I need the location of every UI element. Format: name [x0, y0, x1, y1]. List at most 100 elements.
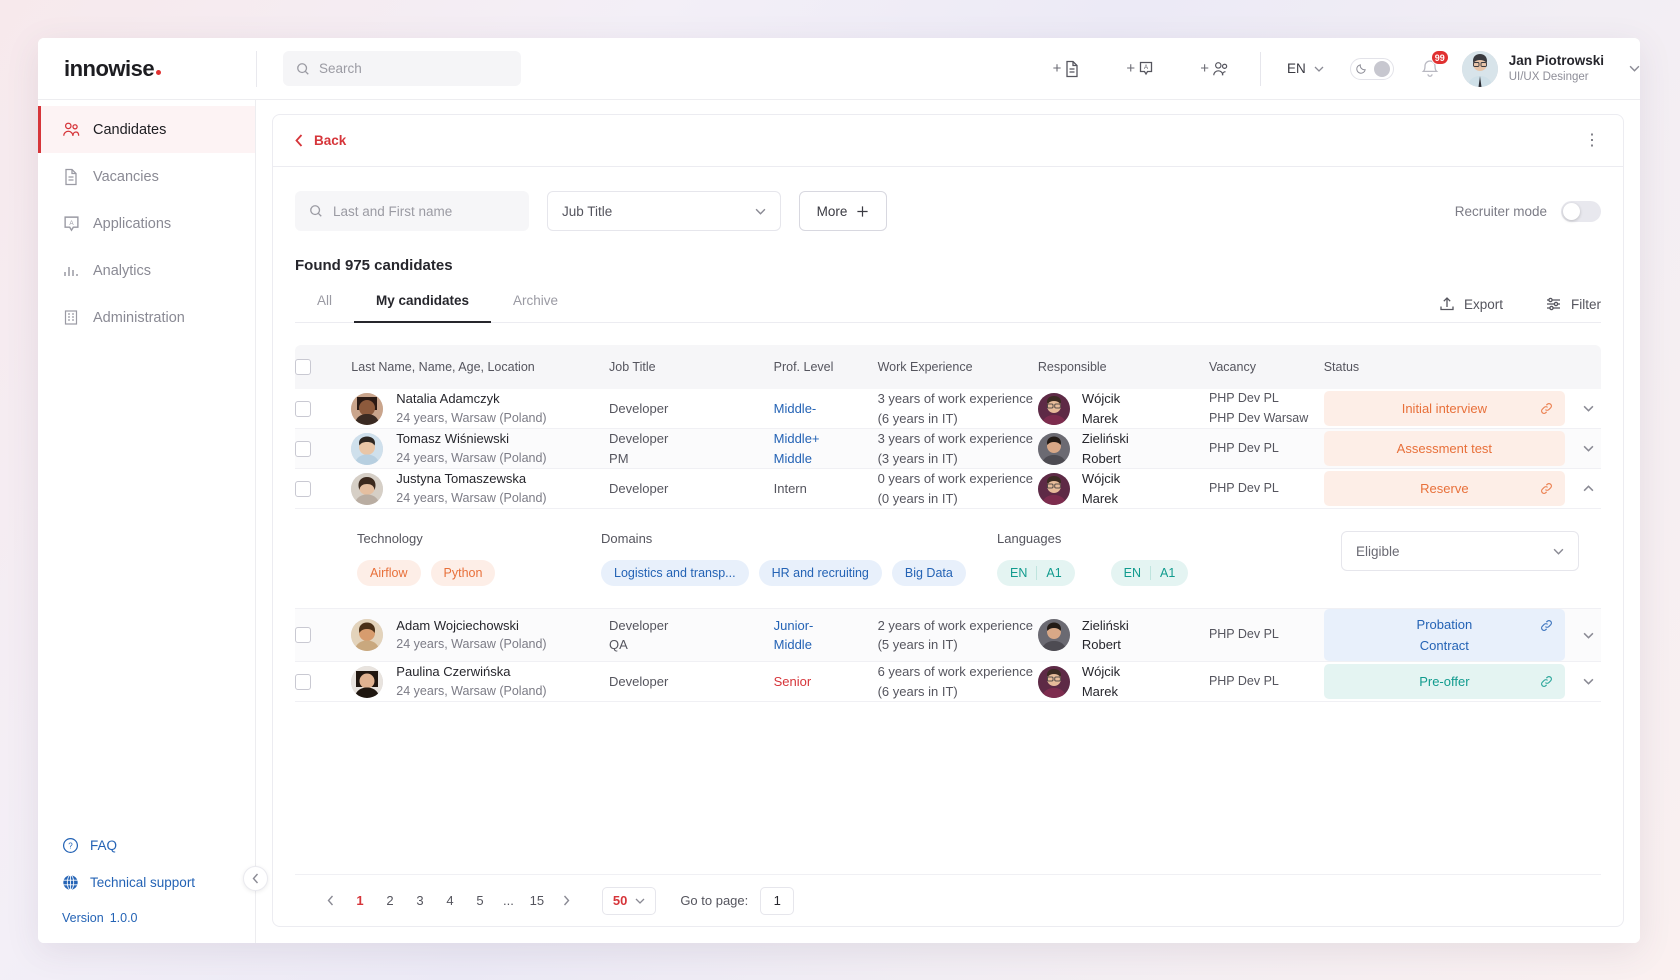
table-row[interactable]: Adam Wojciechowski 24 years, Warsaw (Pol… — [295, 608, 1601, 662]
candidate-info: Justyna Tomaszewska 24 years, Warsaw (Po… — [396, 469, 546, 507]
language-code: EN — [1010, 566, 1038, 580]
status-badge[interactable]: Reserve — [1323, 471, 1565, 506]
table-row[interactable]: Natalia Adamczyk 24 years, Warsaw (Polan… — [295, 389, 1601, 429]
row-checkbox[interactable] — [295, 440, 311, 457]
plus-icon: + — [1126, 60, 1136, 77]
back-button[interactable]: Back — [295, 133, 346, 148]
row-checkbox[interactable] — [295, 400, 311, 417]
row-expand-button[interactable] — [1575, 669, 1601, 695]
row-expand-button[interactable] — [1575, 622, 1601, 648]
pagination-page-4[interactable]: 4 — [437, 888, 463, 914]
pagination-page-5[interactable]: 5 — [467, 888, 493, 914]
per-page-select[interactable]: 50 — [601, 886, 657, 915]
sidebar-item-administration[interactable]: Administration — [38, 294, 255, 341]
global-search[interactable]: Search — [283, 51, 521, 86]
eligibility-select[interactable]: Eligible — [1341, 531, 1579, 571]
column-header-status[interactable]: Status — [1323, 345, 1601, 389]
status-badge[interactable]: Assessment test — [1323, 431, 1565, 466]
row-checkbox[interactable] — [295, 627, 311, 643]
domain-pill[interactable]: HR and recruiting — [758, 560, 882, 586]
status-badge[interactable]: Pre-offer — [1323, 664, 1565, 699]
filter-button[interactable]: Filter — [1545, 296, 1601, 312]
link-icon[interactable] — [1540, 675, 1553, 688]
prof-level[interactable]: Middle+ — [774, 429, 878, 449]
prof-level[interactable]: Senior — [774, 672, 878, 692]
more-vertical-icon[interactable]: ⋮ — [1584, 132, 1601, 149]
column-header-responsible[interactable]: Responsible — [1037, 345, 1209, 389]
row-collapse-button[interactable] — [1575, 476, 1601, 502]
column-header-vacancy[interactable]: Vacancy — [1208, 345, 1324, 389]
faq-link[interactable]: ? FAQ — [62, 837, 255, 854]
select-all-checkbox[interactable] — [295, 359, 311, 375]
theme-toggle[interactable] — [1349, 57, 1394, 80]
table-row[interactable]: Paulina Czerwińska 24 years, Warsaw (Pol… — [295, 662, 1601, 702]
row-expand-button[interactable] — [1575, 436, 1601, 462]
column-header-prof-level[interactable]: Prof. Level — [773, 345, 878, 389]
link-icon[interactable] — [1540, 402, 1553, 415]
sidebar-item-candidates[interactable]: Candidates — [38, 106, 255, 153]
status-cell: Initial interview — [1323, 389, 1601, 429]
user-role: UI/UX Desinger — [1508, 70, 1589, 83]
name-search-input[interactable]: Last and First name — [295, 191, 529, 231]
technical-support-link[interactable]: Technical support — [62, 874, 255, 891]
row-checkbox[interactable] — [295, 673, 311, 690]
prof-level[interactable]: Junior- — [774, 616, 878, 636]
experience-line: (6 years in IT) — [877, 683, 958, 699]
row-expand-button[interactable] — [1575, 396, 1601, 422]
column-header-work-experience[interactable]: Work Experience — [877, 345, 1038, 389]
domain-pill[interactable]: Logistics and transp... — [601, 560, 749, 586]
pagination-prev-button[interactable] — [317, 888, 343, 914]
pagination-page-1[interactable]: 1 — [347, 888, 373, 914]
tab-archive[interactable]: Archive — [491, 293, 580, 323]
goto-input[interactable]: 1 — [760, 886, 795, 915]
prof-level[interactable]: Middle- — [774, 399, 878, 419]
language-selector[interactable]: EN — [1287, 61, 1324, 76]
recruiter-mode-toggle[interactable] — [1561, 200, 1601, 222]
link-icon[interactable] — [1540, 482, 1553, 495]
notifications-button[interactable]: 99 — [1420, 50, 1449, 79]
column-header-name[interactable]: Last Name, Name, Age, Location — [351, 345, 610, 389]
sidebar-item-applications[interactable]: A Applications — [38, 200, 255, 247]
language-pill[interactable]: EN A1 — [997, 560, 1075, 586]
tab-my-candidates[interactable]: My candidates — [354, 293, 492, 323]
job-title: Developer — [609, 400, 669, 416]
pagination: 1 2 3 4 5 ... 15 50 Go to page: 1 — [295, 874, 1601, 926]
tab-all[interactable]: All — [295, 293, 354, 323]
add-document-button[interactable]: + — [1053, 60, 1081, 78]
chevron-down-icon — [1583, 445, 1593, 452]
sidebar-item-analytics[interactable]: Analytics — [38, 247, 255, 294]
job-title-select[interactable]: Jub Title — [547, 191, 781, 231]
chevron-down-icon — [635, 898, 645, 904]
user-menu[interactable]: Jan Piotrowski UI/UX Desinger — [1461, 50, 1640, 87]
row-checkbox[interactable] — [295, 480, 311, 497]
chevron-down-icon — [1583, 678, 1593, 685]
technology-pill[interactable]: Python — [430, 560, 496, 586]
technology-pill[interactable]: Airflow — [357, 560, 421, 586]
table-row[interactable]: Justyna Tomaszewska 24 years, Warsaw (Po… — [295, 469, 1601, 509]
export-button[interactable]: Export — [1439, 296, 1503, 312]
responsible-firstname: Marek — [1081, 410, 1118, 426]
language-pill[interactable]: EN A1 — [1110, 560, 1189, 586]
table-row[interactable]: Tomasz Wiśniewski 24 years, Warsaw (Pola… — [295, 428, 1601, 469]
domain-pill[interactable]: Big Data — [891, 560, 966, 586]
pagination-page-2[interactable]: 2 — [377, 888, 403, 914]
brand-logo: innowise — [64, 55, 155, 81]
sidebar-item-vacancies[interactable]: Vacancies — [38, 153, 255, 200]
pagination-page-last[interactable]: 15 — [524, 888, 550, 914]
prof-level[interactable]: Middle — [774, 635, 878, 655]
pagination-next-button[interactable] — [554, 888, 580, 914]
chevron-down-icon[interactable] — [1629, 65, 1640, 72]
add-candidate-button[interactable]: + — [1200, 60, 1230, 78]
add-application-button[interactable]: + A — [1126, 60, 1154, 78]
pagination-page-3[interactable]: 3 — [407, 888, 433, 914]
candidate-name: Justyna Tomaszewska — [396, 471, 527, 487]
brand[interactable]: innowise — [38, 56, 256, 82]
avatar — [1037, 392, 1070, 425]
column-header-job-title[interactable]: Job Title — [609, 345, 774, 389]
status-badge[interactable]: Initial interview — [1323, 391, 1565, 426]
link-icon[interactable] — [1540, 619, 1553, 632]
status-badge[interactable]: Probation Contract — [1323, 609, 1565, 661]
prof-level[interactable]: Middle — [774, 449, 878, 469]
sidebar-collapse-button[interactable] — [243, 866, 268, 891]
more-filters-button[interactable]: More — [799, 191, 887, 231]
